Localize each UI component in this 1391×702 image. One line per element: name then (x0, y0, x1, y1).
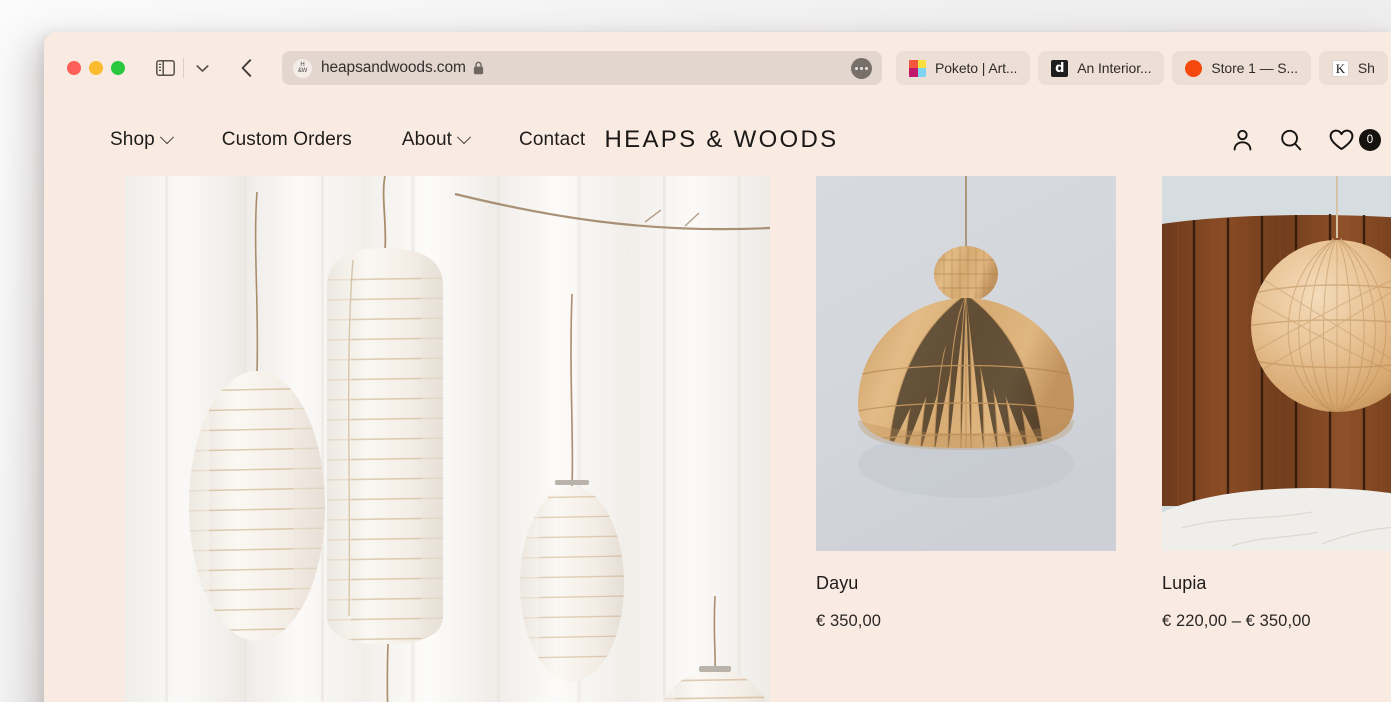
browser-tab-dezeen[interactable]: d An Interior... (1038, 51, 1165, 85)
nav-label: Custom Orders (221, 129, 352, 150)
product-image-lupia[interactable] (1162, 176, 1391, 551)
browser-tab-kinfolk[interactable]: K Sh (1318, 51, 1388, 85)
wishlist-count-badge: 0 (1359, 129, 1381, 151)
browser-toolbar: H &W heapsandwoods.com Poketo | Art... d… (44, 32, 1391, 104)
tab-label: Poketo | Art... (935, 60, 1018, 76)
poketo-squares-icon (909, 59, 926, 77)
product-price: € 350,00 (816, 612, 882, 630)
lock-icon (473, 61, 484, 75)
primary-navigation: Shop Custom Orders About Contact (110, 129, 585, 151)
close-window-button[interactable] (67, 61, 81, 75)
nav-label: Shop (110, 129, 155, 150)
chevron-down-icon (456, 130, 472, 145)
nav-item-custom-orders[interactable]: Custom Orders (222, 129, 352, 151)
site-favicon-icon: H &W (293, 58, 312, 78)
product-image-dayu[interactable] (816, 176, 1116, 551)
tab-label: Store 1 — S... (1211, 60, 1298, 76)
tab-label: Sh (1357, 60, 1375, 76)
product-title: Dayu (816, 573, 859, 593)
maximize-window-button[interactable] (111, 61, 125, 75)
header-actions: 0 (1232, 129, 1381, 151)
heart-icon (1329, 129, 1354, 151)
product-card-dayu[interactable]: Dayu € 350,00 (816, 176, 1116, 631)
user-icon[interactable] (1232, 129, 1253, 151)
dezeen-d-icon: d (1051, 59, 1069, 77)
nav-label: About (401, 129, 453, 150)
tab-label: An Interior... (1077, 60, 1152, 76)
site-logo[interactable]: HEAPS & WOODS (605, 126, 839, 154)
web-page-content: Shop Custom Orders About Contact HEAPS &… (44, 104, 1391, 702)
tab-strip: Poketo | Art... d An Interior... Store 1… (896, 51, 1391, 85)
toolbar-divider (183, 58, 184, 78)
minimize-window-button[interactable] (89, 61, 103, 75)
browser-tab-store1[interactable]: Store 1 — S... (1172, 51, 1311, 85)
wishlist-button[interactable]: 0 (1329, 129, 1381, 151)
product-price: € 220,00 – € 350,00 (1162, 612, 1311, 630)
nav-item-contact[interactable]: Contact (519, 129, 585, 151)
nav-item-about[interactable]: About (401, 129, 472, 151)
browser-window: H &W heapsandwoods.com Poketo | Art... d… (44, 32, 1391, 702)
ellipsis-dot (855, 66, 858, 70)
ellipsis-dot (860, 66, 863, 70)
product-title: Lupia (1162, 573, 1207, 593)
product-info-lupia: Lupia € 220,00 – € 350,00 (1162, 551, 1391, 631)
chevron-down-icon (159, 130, 174, 145)
sidebar-icon[interactable] (151, 54, 179, 82)
toolbar-nav-group (151, 54, 260, 82)
desktop-background: H &W heapsandwoods.com Poketo | Art... d… (0, 0, 1391, 702)
product-card-lupia[interactable]: Lupia € 220,00 – € 350,00 (1162, 176, 1391, 631)
hero-image[interactable] (125, 176, 770, 702)
url-text: heapsandwoods.com (321, 59, 466, 76)
favicon-letter-bottom: &W (297, 68, 308, 74)
back-button[interactable] (232, 54, 260, 82)
product-info-dayu: Dayu € 350,00 (816, 551, 1116, 631)
product-grid: Dayu € 350,00 Lupia € 220,00 – € 350,00 (44, 176, 1391, 702)
browser-tab-poketo[interactable]: Poketo | Art... (896, 51, 1031, 85)
nav-label: Contact (519, 129, 586, 150)
search-icon[interactable] (1280, 129, 1302, 151)
nav-item-shop[interactable]: Shop (110, 129, 174, 151)
ellipsis-dot (865, 66, 868, 70)
address-bar[interactable]: H &W heapsandwoods.com (282, 51, 882, 85)
chevron-down-icon[interactable] (188, 54, 216, 82)
orange-dot-icon (1185, 59, 1203, 77)
page-menu-button[interactable] (851, 57, 872, 79)
kinfolk-k-icon: K (1331, 59, 1349, 77)
site-header: Shop Custom Orders About Contact HEAPS &… (44, 104, 1391, 176)
window-controls (67, 61, 125, 75)
